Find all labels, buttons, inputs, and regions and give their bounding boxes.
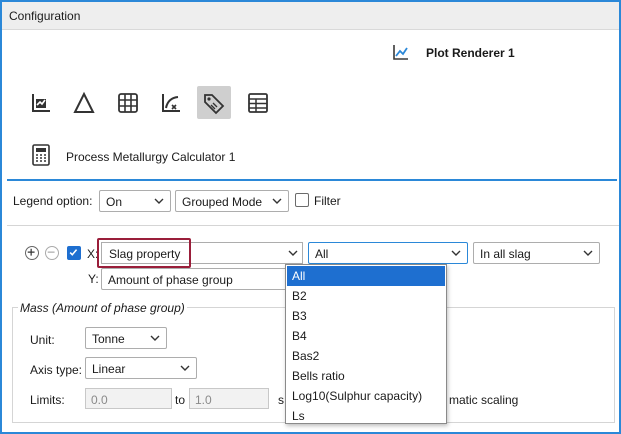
plot-renderer-label: Plot Renderer 1: [426, 46, 515, 60]
table-icon: [248, 92, 268, 113]
y-axis-select[interactable]: Amount of phase group: [101, 268, 291, 290]
divider: [7, 225, 619, 226]
chevron-down-icon: [180, 365, 190, 371]
dropdown-item-b2[interactable]: B2: [287, 286, 445, 306]
limit-max-value: 1.0: [195, 393, 212, 407]
dropdown-item-b4[interactable]: B4: [287, 326, 445, 346]
y-axis-label: Y:: [88, 272, 99, 286]
x-axis-checkbox[interactable]: [67, 246, 81, 260]
limits-label: Limits:: [30, 393, 65, 407]
x-scope-value: In all slag: [480, 247, 531, 261]
chevron-down-icon: [451, 250, 461, 256]
plot-toolbar: [24, 86, 284, 120]
line-chart-icon: [393, 45, 408, 60]
tag-button[interactable]: [197, 86, 231, 119]
limit-max-input[interactable]: 1.0: [189, 388, 269, 409]
unit-select[interactable]: Tonne: [85, 327, 167, 349]
plus-icon: [27, 248, 35, 256]
unit-label: Unit:: [30, 333, 55, 347]
chevron-down-icon: [154, 198, 164, 204]
axis-type-value: Linear: [92, 362, 126, 376]
triangle-button[interactable]: [67, 86, 101, 119]
minus-icon: [47, 251, 55, 253]
mass-group-title: Mass (Amount of phase group): [18, 301, 187, 315]
axis-type-select[interactable]: Linear: [85, 357, 197, 379]
x-filter-value: All: [315, 247, 329, 261]
chevron-down-icon: [150, 335, 160, 341]
dropdown-item-ls[interactable]: Ls: [287, 406, 445, 426]
axis-chart-icon: [32, 93, 50, 112]
automatic-scaling-label: matic scaling: [449, 393, 519, 407]
calculator-tab-label: Process Metallurgy Calculator 1: [66, 150, 236, 164]
axis-type-label: Axis type:: [30, 363, 83, 377]
filter-checkbox[interactable]: [295, 193, 309, 207]
dropdown-item-log10-sulphur-capacity[interactable]: Log10(Sulphur capacity): [287, 386, 445, 406]
legend-option-value: On: [106, 195, 123, 209]
legend-mode-value: Grouped Mode: [182, 195, 263, 209]
dropdown-item-all[interactable]: All: [287, 266, 445, 286]
unit-value: Tonne: [92, 332, 125, 346]
axis-chart-button[interactable]: [24, 86, 58, 119]
limit-min-input[interactable]: 0.0: [85, 388, 172, 409]
x-filter-dropdown-list: All B2 B3 B4 Bas2 Bells ratio Log10(Sulp…: [285, 264, 447, 424]
chevron-down-icon: [583, 250, 593, 256]
curve-axis-button[interactable]: [154, 86, 188, 119]
to-label: to: [175, 393, 186, 407]
step-label: s: [278, 393, 284, 407]
y-axis-value: Amount of phase group: [108, 273, 233, 287]
x-filter-select[interactable]: All: [308, 242, 468, 264]
calculator-icon: [32, 144, 50, 166]
add-axis-button[interactable]: [25, 246, 39, 260]
chevron-down-icon: [288, 250, 298, 256]
triangle-icon: [73, 91, 95, 113]
dropdown-item-bas2[interactable]: Bas2: [287, 346, 445, 366]
grid-icon: [118, 92, 138, 113]
legend-option-select[interactable]: On: [99, 190, 171, 212]
tab-underline: [7, 179, 617, 181]
filter-label: Filter: [314, 194, 341, 208]
tag-icon: [204, 93, 225, 114]
grid-button[interactable]: [111, 86, 145, 119]
window-title: Configuration: [9, 9, 81, 23]
configuration-window: Configuration Plot Renderer 1 Process Me…: [0, 0, 621, 434]
chevron-down-icon: [272, 198, 282, 204]
table-button[interactable]: [241, 86, 275, 119]
highlight-annotation: [97, 238, 191, 268]
legend-mode-select[interactable]: Grouped Mode: [175, 190, 289, 212]
dropdown-item-bells-ratio[interactable]: Bells ratio: [287, 366, 445, 386]
curve-axis-icon: [162, 93, 180, 112]
checkmark-icon: [69, 249, 78, 256]
remove-axis-button[interactable]: [45, 246, 59, 260]
title-bar: Configuration: [2, 2, 619, 30]
x-scope-select[interactable]: In all slag: [473, 242, 600, 264]
legend-option-label: Legend option:: [13, 194, 93, 208]
dropdown-item-b3[interactable]: B3: [287, 306, 445, 326]
limit-min-value: 0.0: [91, 393, 108, 407]
